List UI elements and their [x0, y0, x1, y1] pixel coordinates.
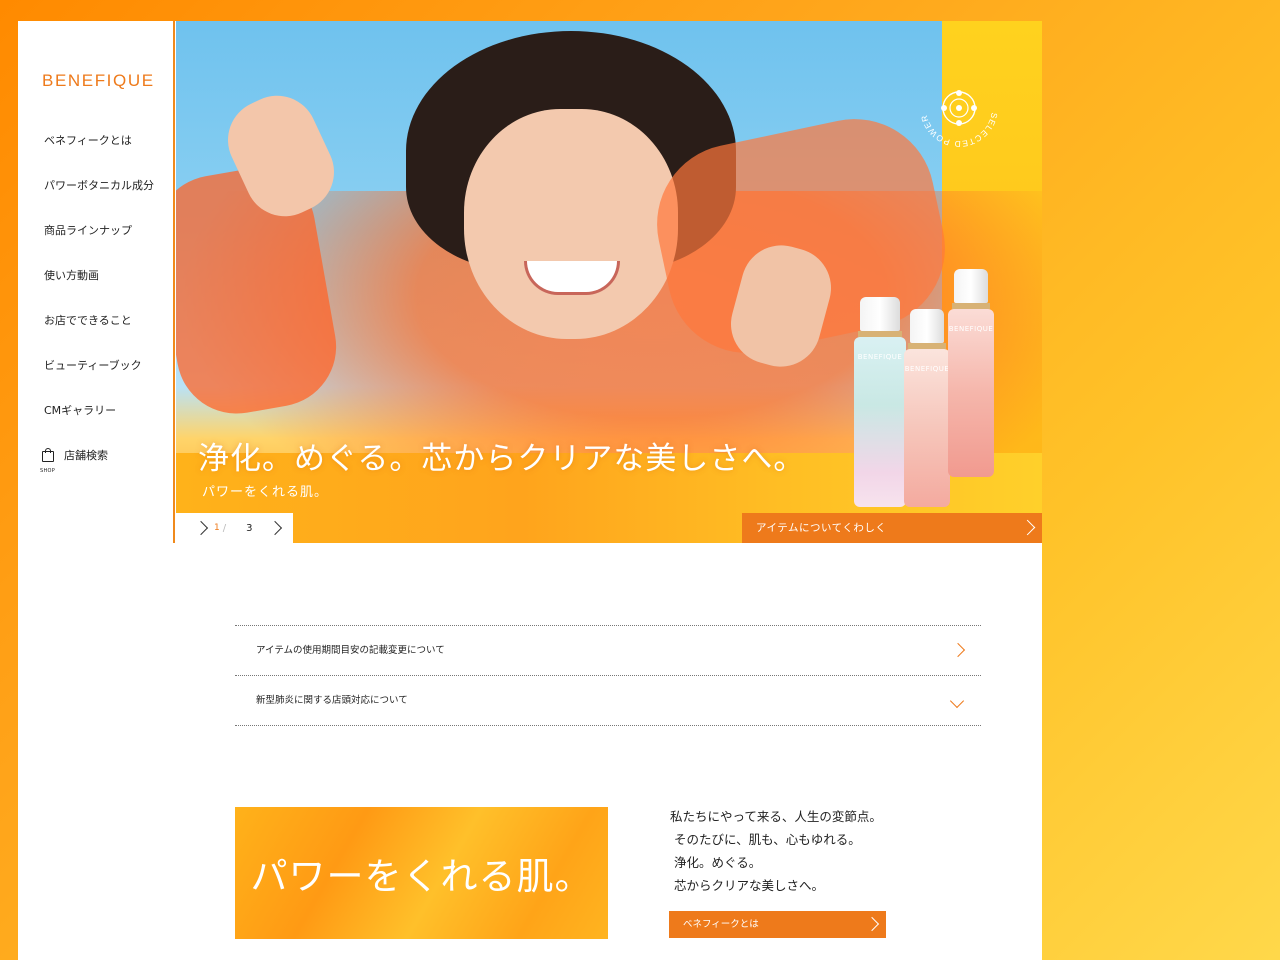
bottle-brand-label: BENEFIQUE [857, 353, 903, 361]
carousel-pager: 1 / 3 [176, 513, 293, 543]
carousel-next-icon[interactable] [268, 520, 283, 536]
chevron-right-icon [950, 642, 966, 658]
sidebar-item-how-to-video[interactable]: 使い方動画 [44, 268, 154, 313]
notice-item-usage-period[interactable]: アイテムの使用期間目安の記載変更について [235, 626, 981, 676]
notice-list: アイテムの使用期間目安の記載変更について 新型肺炎に関する店頭対応について [235, 625, 981, 726]
chevron-right-icon [864, 916, 880, 932]
intro-copy: 私たちにやって来る、人生の変節点。 そのたびに、肌も、心もゆれる。 浄化。めぐる… [670, 805, 882, 897]
sidebar-item-store-search[interactable]: SHOP 店舗検索 [40, 448, 154, 493]
sidebar-item-power-botanicals[interactable]: パワーボタニカル成分 [44, 178, 154, 223]
bottle-lotion: BENEFIQUE [854, 297, 906, 507]
shopping-bag-icon: SHOP [40, 448, 60, 474]
page: BENEFIQUE ベネフィークとは パワーボタニカル成分 商品ラインナップ 使… [18, 21, 1042, 960]
sidebar-nav: ベネフィークとは パワーボタニカル成分 商品ラインナップ 使い方動画 お店ででき… [40, 133, 154, 493]
hero-subline: パワーをくれる肌。 [202, 485, 329, 500]
item-details-label: アイテムについてくわしく [756, 522, 887, 534]
sidebar-item-label: 店舗検索 [64, 449, 108, 462]
hero-model-face [464, 109, 678, 339]
hero-headline: 浄化。めぐる。芯からクリアな美しさへ。 [198, 441, 806, 477]
chevron-down-icon [949, 693, 965, 709]
sidebar-item-lineup[interactable]: 商品ラインナップ [44, 223, 154, 268]
sidebar: BENEFIQUE ベネフィークとは パワーボタニカル成分 商品ラインナップ 使… [18, 21, 175, 543]
sidebar-item-about[interactable]: ベネフィークとは [44, 133, 154, 178]
notice-item-covid-response[interactable]: 新型肺炎に関する店頭対応について [235, 676, 981, 726]
power-skin-banner: パワーをくれる肌。 [235, 807, 608, 939]
item-details-button[interactable]: アイテムについてくわしく [742, 513, 1042, 543]
chevron-right-icon [1019, 519, 1036, 536]
intro-line: 私たちにやって来る、人生の変節点。 [670, 809, 882, 824]
sidebar-item-in-store[interactable]: お店でできること [44, 313, 154, 358]
intro-line: 浄化。めぐる。 [674, 855, 762, 870]
botanicals-seal-icon: SELECTED POWER BOTANICALS [916, 65, 999, 149]
about-benefique-label: ベネフィークとは [683, 919, 759, 930]
carousel-prev-icon[interactable] [193, 520, 209, 536]
brand-logo[interactable]: BENEFIQUE [42, 71, 155, 91]
notice-label: 新型肺炎に関する店頭対応について [256, 695, 408, 706]
carousel-current-page: 1 [214, 523, 220, 533]
sidebar-item-cm-gallery[interactable]: CMギャラリー [44, 403, 154, 448]
hero-carousel[interactable]: SELECTED POWER BOTANICALS BENEFIQUE BENE… [176, 21, 1042, 543]
bottle-brand-label: BENEFIQUE [948, 325, 994, 333]
intro-line: そのたびに、肌も、心もゆれる。 [674, 832, 861, 847]
bottle-brand-label: BENEFIQUE [904, 365, 950, 373]
bottle-clear-lotion: BENEFIQUE [904, 309, 950, 507]
sidebar-item-beauty-book[interactable]: ビューティーブック [44, 358, 154, 403]
product-bottles: BENEFIQUE BENEFIQUE BENEFIQUE [854, 267, 1024, 507]
intro-line: 芯からクリアな美しさへ。 [674, 878, 825, 893]
carousel-separator: / [222, 522, 227, 534]
shop-icon-caption: SHOP [40, 468, 56, 474]
bottle-emulsion: BENEFIQUE [948, 269, 994, 477]
carousel-total-pages: 3 [246, 522, 253, 534]
notice-label: アイテムの使用期間目安の記載変更について [256, 645, 445, 656]
about-benefique-button[interactable]: ベネフィークとは [669, 911, 886, 938]
